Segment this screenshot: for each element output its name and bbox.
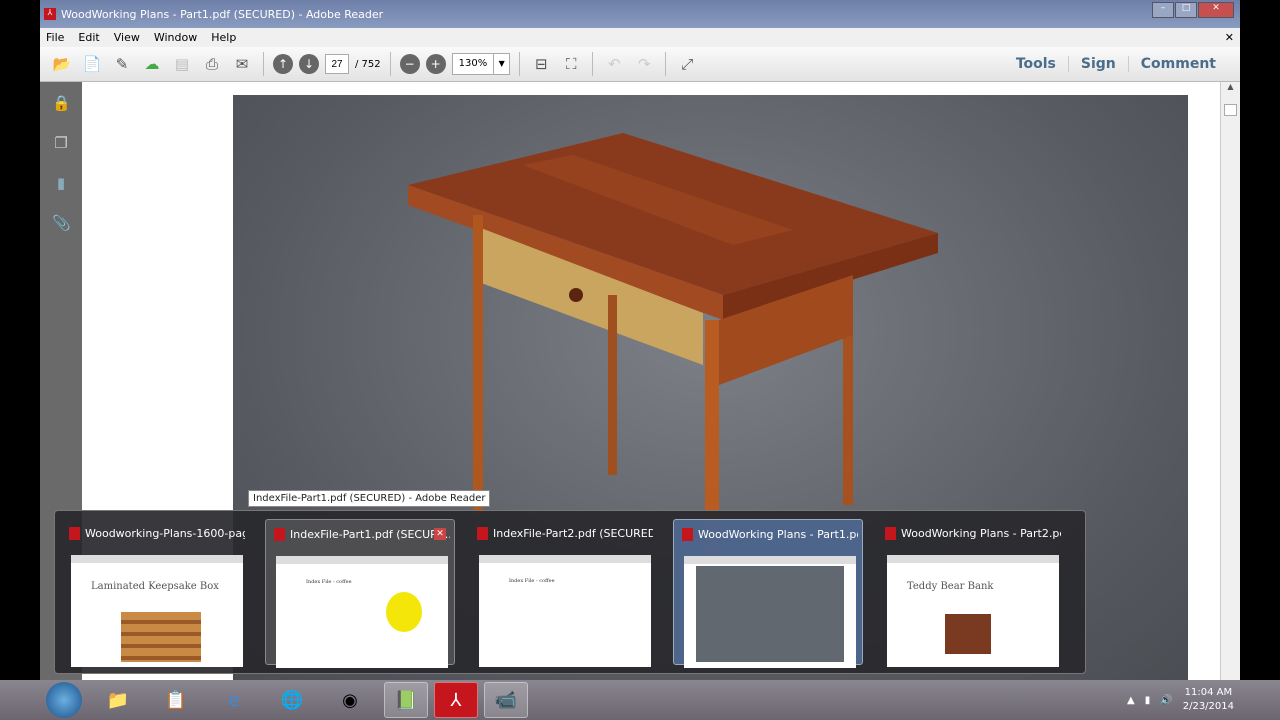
thumbnail-preview-text: Teddy Bear Bank xyxy=(907,581,994,592)
close-thumbnail-button[interactable]: ✕ xyxy=(434,528,446,540)
camera-app-icon[interactable]: 📹 xyxy=(484,682,528,718)
teddy-bear-bank-image xyxy=(945,614,991,654)
pdf-icon xyxy=(477,527,488,540)
create-pdf-icon[interactable]: 📄 xyxy=(80,52,104,76)
full-screen-icon[interactable]: ⤢ xyxy=(675,52,699,76)
chevron-down-icon: ▼ xyxy=(493,54,509,74)
toolbar: 📂 📄 ✎ ☁ ▤ ⎙ ✉ ↑ ↓ / 752 − + 130%▼ ⊟ ⛶ ↶ … xyxy=(40,47,1240,82)
close-button[interactable]: ✕ xyxy=(1198,2,1234,18)
zoom-in-button[interactable]: + xyxy=(425,54,446,74)
bookmark-icon[interactable]: ▮ xyxy=(52,174,70,192)
clock-date: 2/23/2014 xyxy=(1182,701,1234,712)
power-icon[interactable]: ▮ xyxy=(1145,695,1151,706)
zoom-select[interactable]: 130% ▼ xyxy=(451,53,511,75)
menu-file[interactable]: File xyxy=(46,31,64,44)
menu-bar: File Edit View Window Help ✕ xyxy=(40,28,1240,47)
system-tray: ▲ ▮ 🔊 11:04 AM 2/23/2014 xyxy=(1127,680,1234,720)
window-title: WoodWorking Plans - Part1.pdf (SECURED) … xyxy=(61,7,384,21)
page-number-input[interactable] xyxy=(325,54,349,74)
scroll-thumb[interactable] xyxy=(1224,104,1237,116)
keepsake-box-image xyxy=(121,612,201,662)
thumbnail-window[interactable]: WoodWorking Plans - Part2.pdf... Teddy B… xyxy=(877,519,1067,667)
next-page-button[interactable]: ↓ xyxy=(299,54,319,74)
title-bar: ⅄ WoodWorking Plans - Part1.pdf (SECURED… xyxy=(40,0,1240,28)
clock-time: 11:04 AM xyxy=(1184,687,1233,698)
zoom-value: 130% xyxy=(458,58,488,69)
table-photo-preview xyxy=(696,566,844,662)
previous-page-button[interactable]: ↑ xyxy=(273,54,293,74)
chrome-icon[interactable]: ◉ xyxy=(328,682,372,718)
tools-link[interactable]: Tools xyxy=(1004,56,1068,72)
sign-link[interactable]: Sign xyxy=(1067,56,1128,72)
notepad-icon[interactable]: 📋 xyxy=(154,682,198,718)
maximize-button[interactable]: □ xyxy=(1175,2,1197,18)
page-total: / 752 xyxy=(355,58,381,70)
save-icon[interactable]: ▤ xyxy=(170,52,194,76)
thumbnail-window[interactable]: Woodworking-Plans-1600-page... Laminated… xyxy=(61,519,251,667)
close-document-icon[interactable]: ✕ xyxy=(1225,31,1234,44)
pdf-icon xyxy=(274,528,285,541)
left-letterbox xyxy=(0,0,40,720)
volume-icon[interactable]: 🔊 xyxy=(1160,695,1172,706)
menu-window[interactable]: Window xyxy=(154,31,197,44)
clock[interactable]: 11:04 AM 2/23/2014 xyxy=(1183,686,1234,714)
email-icon[interactable]: ✉ xyxy=(230,52,254,76)
show-hidden-icons[interactable]: ▲ xyxy=(1127,695,1135,706)
thumbnail-title: IndexFile-Part1.pdf (SECURE... xyxy=(290,528,450,541)
internet-explorer-icon[interactable]: e xyxy=(212,682,256,718)
fit-width-icon[interactable]: ⛶ xyxy=(559,52,583,76)
scroll-up-icon[interactable]: ▲ xyxy=(1221,82,1240,100)
thumbnail-title: IndexFile-Part2.pdf (SECURED) -... xyxy=(493,527,653,540)
thumbnail-preview-text: Laminated Keepsake Box xyxy=(91,581,219,592)
menu-edit[interactable]: Edit xyxy=(78,31,99,44)
comment-link[interactable]: Comment xyxy=(1127,56,1228,72)
thumbnail-title: WoodWorking Plans - Part2.pdf... xyxy=(901,527,1061,540)
lock-icon[interactable]: 🔒 xyxy=(52,94,71,112)
explorer-icon[interactable]: 📁 xyxy=(96,682,140,718)
undo-icon: ↶ xyxy=(607,55,621,73)
menu-help[interactable]: Help xyxy=(211,31,236,44)
pdf-icon xyxy=(69,527,80,540)
print-icon[interactable]: ⎙ xyxy=(200,52,224,76)
adobe-reader-taskbar-icon[interactable]: ⅄ xyxy=(434,682,478,718)
minimize-button[interactable]: – xyxy=(1152,2,1174,18)
thumbnail-title: WoodWorking Plans - Part1.pdf... xyxy=(698,528,858,541)
pdf-icon xyxy=(682,528,693,541)
edit-icon[interactable]: ✎ xyxy=(110,52,134,76)
fit-page-icon[interactable]: ⊟ xyxy=(529,52,553,76)
attachment-icon[interactable]: 📎 xyxy=(52,214,71,232)
pages-icon[interactable]: ❐ xyxy=(52,134,70,152)
taskbar-tooltip: IndexFile-Part1.pdf (SECURED) - Adobe Re… xyxy=(248,490,491,507)
taskbar: 📁 📋 e 🌐 ◉ 📗 ⅄ 📹 ▲ ▮ 🔊 11:04 AM 2/23/2014 xyxy=(0,680,1280,720)
thumbnail-preview-text: Index File - coffee xyxy=(509,578,555,584)
vertical-scrollbar[interactable]: ▲ xyxy=(1220,82,1240,680)
thumbnail-window[interactable]: IndexFile-Part1.pdf (SECURE... ✕ Index F… xyxy=(265,519,455,668)
open-icon[interactable]: 📂 xyxy=(50,52,74,76)
start-button[interactable] xyxy=(46,682,82,718)
taskbar-thumbnail-flyout: Woodworking-Plans-1600-page... Laminated… xyxy=(54,510,1086,674)
cloud-upload-icon[interactable]: ☁ xyxy=(140,52,164,76)
thumbnail-title: Woodworking-Plans-1600-page... xyxy=(85,527,245,540)
adobe-pdf-icon: ⅄ xyxy=(44,8,56,20)
thumbnail-preview-text: Index File - coffee xyxy=(306,579,352,585)
thumbnail-window-active[interactable]: WoodWorking Plans - Part1.pdf... xyxy=(673,519,863,668)
right-letterbox xyxy=(1240,0,1280,720)
thumbnail-window[interactable]: IndexFile-Part2.pdf (SECURED) -... Index… xyxy=(469,519,659,667)
pdf-icon xyxy=(885,527,896,540)
browser-icon[interactable]: 🌐 xyxy=(270,682,314,718)
cursor-highlight xyxy=(386,592,422,632)
notes-app-icon[interactable]: 📗 xyxy=(384,682,428,718)
zoom-out-button[interactable]: − xyxy=(399,54,420,74)
redo-icon: ↷ xyxy=(637,55,651,73)
menu-view[interactable]: View xyxy=(114,31,140,44)
